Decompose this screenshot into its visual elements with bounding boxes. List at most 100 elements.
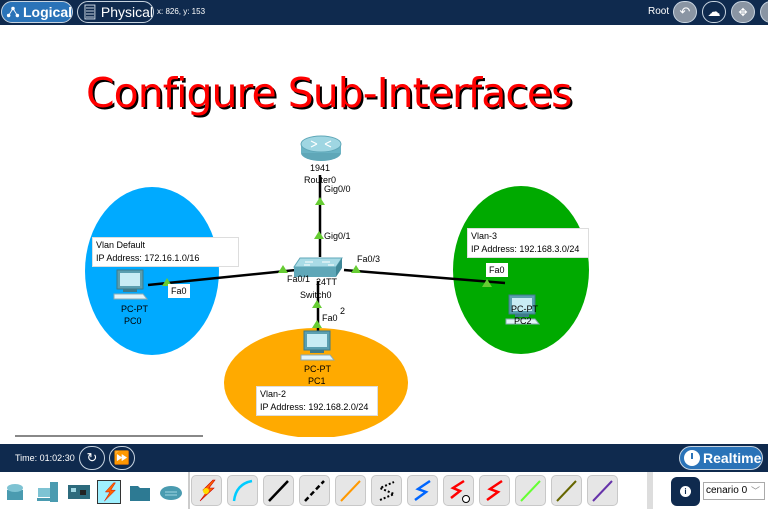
cable-serial-dte-button[interactable] [479, 475, 510, 506]
switch-port-fa01-label: Fa0/1 [287, 274, 311, 284]
new-cluster-button[interactable]: ☁ [702, 1, 726, 23]
cable-fiber-icon [340, 480, 361, 502]
cable-serial-dte-icon [486, 479, 503, 502]
physical-tab-label: Physical [100, 4, 153, 20]
router-icon[interactable] [300, 135, 342, 161]
more-button[interactable]: ▲ [760, 1, 768, 23]
switch-port-fa02-suffix: 2 [340, 306, 346, 316]
link-light-gig01 [314, 231, 324, 239]
cursor-coordinates: x: 826, y: 153 [157, 7, 206, 16]
pc0-type-label: PC-PT [121, 304, 148, 314]
vlan-2-ip: IP Address: 192.168.2.0/24 [260, 402, 369, 412]
components-category-icon[interactable] [67, 480, 91, 504]
vlan-default-zone [85, 187, 219, 355]
vlan-3-zone [453, 186, 589, 354]
cable-copper-cross-over-button[interactable] [299, 475, 330, 506]
physical-rack-icon [84, 4, 96, 20]
end-devices-category-icon[interactable] [36, 480, 60, 504]
cable-octal-icon [520, 480, 541, 502]
switch-port-fa03-label: Fa0/3 [357, 254, 381, 264]
logical-tab[interactable]: Logical [1, 1, 73, 23]
palette-divider [188, 472, 190, 509]
horizontal-scrollbar[interactable] [15, 435, 203, 437]
cable-copper-straight-through-button[interactable] [263, 475, 294, 506]
cable-iot-custom-button[interactable] [551, 475, 582, 506]
pc2-type-label: PC-PT [511, 304, 538, 314]
back-button[interactable]: ↶ [673, 1, 697, 23]
scenario-select[interactable]: cenario 0 ﹀ [703, 482, 765, 500]
cable-fiber-button[interactable] [335, 475, 366, 506]
info-icon: i [680, 486, 691, 497]
vlan-2-label: Vlan-2 [260, 389, 287, 399]
cable-copper-cross-over-icon [304, 480, 325, 502]
simulation-timebar: Time: 01:02:30 ↻ ⏩ Realtime [0, 444, 768, 472]
switch-model-label: 24TT [316, 277, 338, 287]
router-port-gig00-label: Gig0/0 [324, 184, 351, 194]
vlan-default-label: Vlan Default [96, 240, 146, 250]
link-light-fa03 [351, 265, 361, 273]
packet-tracer-window: Logical Physical x: 826, y: 153 Root ↶ ☁… [0, 0, 768, 509]
realtime-mode-button[interactable]: Realtime [679, 446, 763, 470]
scenario-value: cenario 0 [706, 485, 748, 496]
multiuser-cloud-icon[interactable] [159, 480, 183, 504]
move-arrows-icon: ✥ [738, 6, 748, 19]
cable-coaxial-button[interactable] [407, 475, 438, 506]
logical-tab-label: Logical [22, 4, 72, 20]
pc2-port-label: Fa0 [486, 263, 508, 277]
miscellaneous-folder-icon[interactable] [128, 480, 152, 504]
switch-port-gig01-label: Gig0/1 [324, 231, 351, 241]
cloud-add-icon: ☁ [707, 4, 721, 19]
link-light-fa01 [278, 265, 288, 273]
scenario-panel: i cenario 0 ﹀ [647, 472, 768, 509]
cable-console-icon [232, 479, 253, 502]
logical-workspace[interactable]: Configure Sub-Interfaces 1941 Router0 Gi… [0, 25, 768, 437]
topology-diagram [85, 135, 589, 437]
cable-copper-straight-through-icon [268, 480, 289, 502]
vlan-3-ip: IP Address: 192.168.3.0/24 [471, 244, 580, 254]
vlan-2-note: Vlan-2 IP Address: 192.168.2.0/24 [256, 386, 378, 416]
power-cycle-button[interactable]: ↻ [79, 446, 105, 470]
cable-phone-icon [377, 481, 397, 501]
root-breadcrumb[interactable]: Root [648, 6, 669, 17]
cable-console-button[interactable] [227, 475, 258, 506]
scenario-info-button[interactable]: i [671, 477, 700, 506]
pc1-type-label: PC-PT [304, 364, 331, 374]
network-devices-category-icon[interactable] [5, 480, 29, 504]
pc1-icon[interactable] [300, 330, 336, 361]
pc1-port-label: Fa0 [322, 313, 338, 323]
logical-topology-icon [6, 6, 20, 18]
router-model-label: 1941 [310, 163, 331, 173]
realtime-label: Realtime [703, 450, 762, 466]
physical-tab[interactable]: Physical [77, 1, 154, 23]
cable-octal-button[interactable] [515, 475, 546, 506]
back-arrow-icon: ↶ [679, 4, 691, 19]
pc0-icon[interactable] [113, 269, 149, 300]
move-object-button[interactable]: ✥ [731, 1, 755, 23]
top-toolbar: Logical Physical x: 826, y: 153 Root ↶ ☁… [0, 0, 768, 25]
link-light-gig00 [315, 197, 325, 205]
power-cycle-icon: ↻ [86, 450, 98, 465]
switch-name-label: Switch0 [300, 290, 332, 300]
pc2-name-label: PC2 [514, 316, 532, 326]
link-light-fa02 [312, 300, 322, 308]
vlan-default-note: Vlan Default IP Address: 172.16.1.0/16 [92, 237, 239, 267]
lightning-icon [104, 482, 116, 502]
simulation-time: Time: 01:02:30 [15, 453, 75, 463]
fast-forward-icon: ⏩ [113, 450, 131, 465]
cable-serial-dce-button[interactable] [443, 475, 474, 506]
cable-automatic-icon [199, 479, 216, 502]
link-light-pc1-up [312, 320, 322, 328]
pc0-name-label: PC0 [124, 316, 142, 326]
vlan-3-label: Vlan-3 [471, 231, 498, 241]
cable-serial-dce-icon [450, 479, 470, 503]
cable-usb-button[interactable] [587, 475, 618, 506]
cable-automatic-button[interactable] [191, 475, 222, 506]
vlan-3-note: Vlan-3 IP Address: 192.168.3.0/24 [467, 228, 589, 258]
clock-icon [684, 450, 700, 466]
fast-forward-button[interactable]: ⏩ [109, 446, 135, 470]
connections-category-button[interactable] [97, 480, 121, 504]
chevron-down-icon: ﹀ [750, 486, 760, 496]
cable-usb-icon [592, 480, 613, 502]
cable-phone-button[interactable] [371, 475, 402, 506]
pc0-port-label: Fa0 [168, 284, 190, 298]
